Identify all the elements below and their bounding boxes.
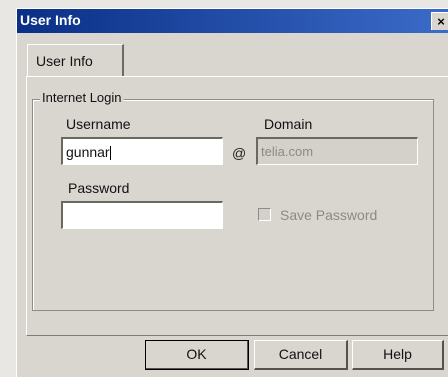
title-bar[interactable]: User Info × bbox=[17, 9, 448, 33]
username-label: Username bbox=[66, 116, 131, 132]
close-icon[interactable]: × bbox=[431, 12, 448, 30]
ok-button[interactable]: OK bbox=[145, 340, 249, 370]
domain-value: telia.com bbox=[261, 144, 314, 159]
domain-label: Domain bbox=[264, 116, 313, 132]
save-password-checkbox[interactable] bbox=[258, 208, 271, 221]
tab-user-info[interactable]: User Info bbox=[27, 44, 124, 77]
text-caret bbox=[109, 146, 111, 161]
group-label: Internet Login bbox=[40, 90, 124, 105]
username-value: gunnar bbox=[66, 144, 110, 160]
save-password-label: Save Password bbox=[280, 207, 378, 223]
password-label: Password bbox=[68, 180, 130, 196]
username-field[interactable]: gunnar bbox=[61, 137, 223, 165]
password-field[interactable] bbox=[61, 201, 223, 229]
at-symbol: @ bbox=[232, 145, 247, 161]
cancel-button[interactable]: Cancel bbox=[254, 340, 348, 370]
domain-field: telia.com bbox=[256, 137, 418, 165]
window-title: User Info bbox=[20, 12, 81, 28]
tab-label: User Info bbox=[36, 53, 93, 69]
help-button[interactable]: Help bbox=[352, 340, 444, 370]
